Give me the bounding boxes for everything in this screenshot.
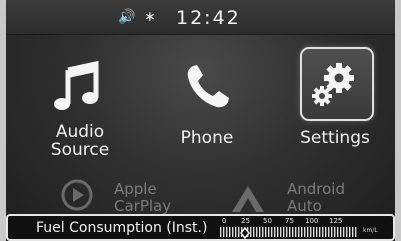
gears-icon <box>312 63 354 106</box>
carplay-label-2: CarPlay <box>114 197 172 215</box>
gauge-tick <box>298 227 300 237</box>
gauge-tick <box>295 227 297 237</box>
gauge-tick <box>310 227 312 237</box>
gauge-tick <box>250 227 252 237</box>
gauge-tick-label: 25 <box>241 217 250 225</box>
gauge-tick-label: 75 <box>285 217 294 225</box>
gauge-tick <box>277 227 279 237</box>
android-auto-label-1: Android <box>287 180 345 198</box>
gauge-tick <box>286 227 288 237</box>
audio-source-label-2: Source <box>50 140 110 160</box>
audio-source-label-1: Audio <box>55 122 105 142</box>
gauge-tick <box>328 227 330 237</box>
display-panel: 🔊 ∗ 12:42 Audio Source Phone Settings Ap… <box>6 0 395 241</box>
gauge-tick <box>355 227 357 237</box>
status-bar: 🔊 ∗ 12:42 <box>6 0 395 35</box>
fuel-consumption-bar: Fuel Consumption (Inst.) 0 25 50 75 100 … <box>6 214 395 241</box>
gauge-tick <box>283 227 285 237</box>
gauge-tick <box>292 227 294 237</box>
gauge-tick <box>301 227 303 237</box>
gauge-tick <box>262 227 264 237</box>
gauge-scale <box>220 226 357 239</box>
clock: 12:42 <box>176 7 241 29</box>
gauge-tick <box>313 227 315 237</box>
gauge-tick <box>220 227 222 237</box>
gauge-tick <box>223 227 225 237</box>
play-circle-icon <box>61 179 93 211</box>
gauge-tick-label: 50 <box>263 217 272 225</box>
gauge-tick <box>232 227 234 237</box>
gauge-tick <box>235 227 237 237</box>
phone-handset-icon <box>187 65 229 108</box>
gauge-tick <box>289 227 291 237</box>
gauge-tick <box>226 227 228 237</box>
gauge-tick <box>238 227 240 237</box>
gauge-tick <box>265 227 267 237</box>
gauge-tick <box>259 227 261 237</box>
head-unit-screen: 🔊 ∗ 12:42 Audio Source Phone Settings Ap… <box>0 0 401 241</box>
gauge-tick <box>349 227 351 237</box>
gauge-tick <box>319 227 321 237</box>
gauge-tick-label: 0 <box>222 217 227 225</box>
gauge-tick <box>337 227 339 237</box>
gauge-tick <box>316 227 318 237</box>
gauge-tick <box>271 227 273 237</box>
fuel-consumption-label: Fuel Consumption (Inst.) <box>36 220 208 236</box>
gauge-tick <box>307 227 309 237</box>
settings-button[interactable]: Settings <box>285 60 385 178</box>
gauge-tick <box>322 227 324 237</box>
gauge-tick <box>274 227 276 237</box>
gauge-tick <box>340 227 342 237</box>
phone-button[interactable]: Phone <box>157 60 257 178</box>
gauge-tick <box>304 227 306 237</box>
gauge-tick <box>253 227 255 237</box>
gauge-tick <box>343 227 345 237</box>
music-note-icon <box>54 60 99 110</box>
gauge-tick <box>331 227 333 237</box>
fuel-gauge: 0 25 50 75 100 125 <box>218 217 363 239</box>
gauge-tick <box>346 227 348 237</box>
audio-source-button[interactable]: Audio Source <box>30 60 130 178</box>
gauge-tick <box>256 227 258 237</box>
gauge-tick <box>280 227 282 237</box>
speaker-volume-icon: 🔊 <box>118 9 136 25</box>
gauge-tick <box>352 227 354 237</box>
android-auto-icon <box>232 186 264 212</box>
gauge-tick <box>268 227 270 237</box>
bluetooth-icon: ∗ <box>144 9 156 25</box>
gauge-tick <box>334 227 336 237</box>
gauge-tick <box>325 227 327 237</box>
settings-label: Settings <box>300 128 370 148</box>
gauge-tick <box>229 227 231 237</box>
carplay-label-1: Apple <box>114 180 157 198</box>
gauge-tick-label: 100 <box>305 217 319 225</box>
phone-label: Phone <box>180 128 234 148</box>
gauge-tick-label: 125 <box>329 217 343 225</box>
android-auto-label-2: Auto <box>287 197 322 215</box>
fuel-unit: km/L <box>363 227 378 234</box>
